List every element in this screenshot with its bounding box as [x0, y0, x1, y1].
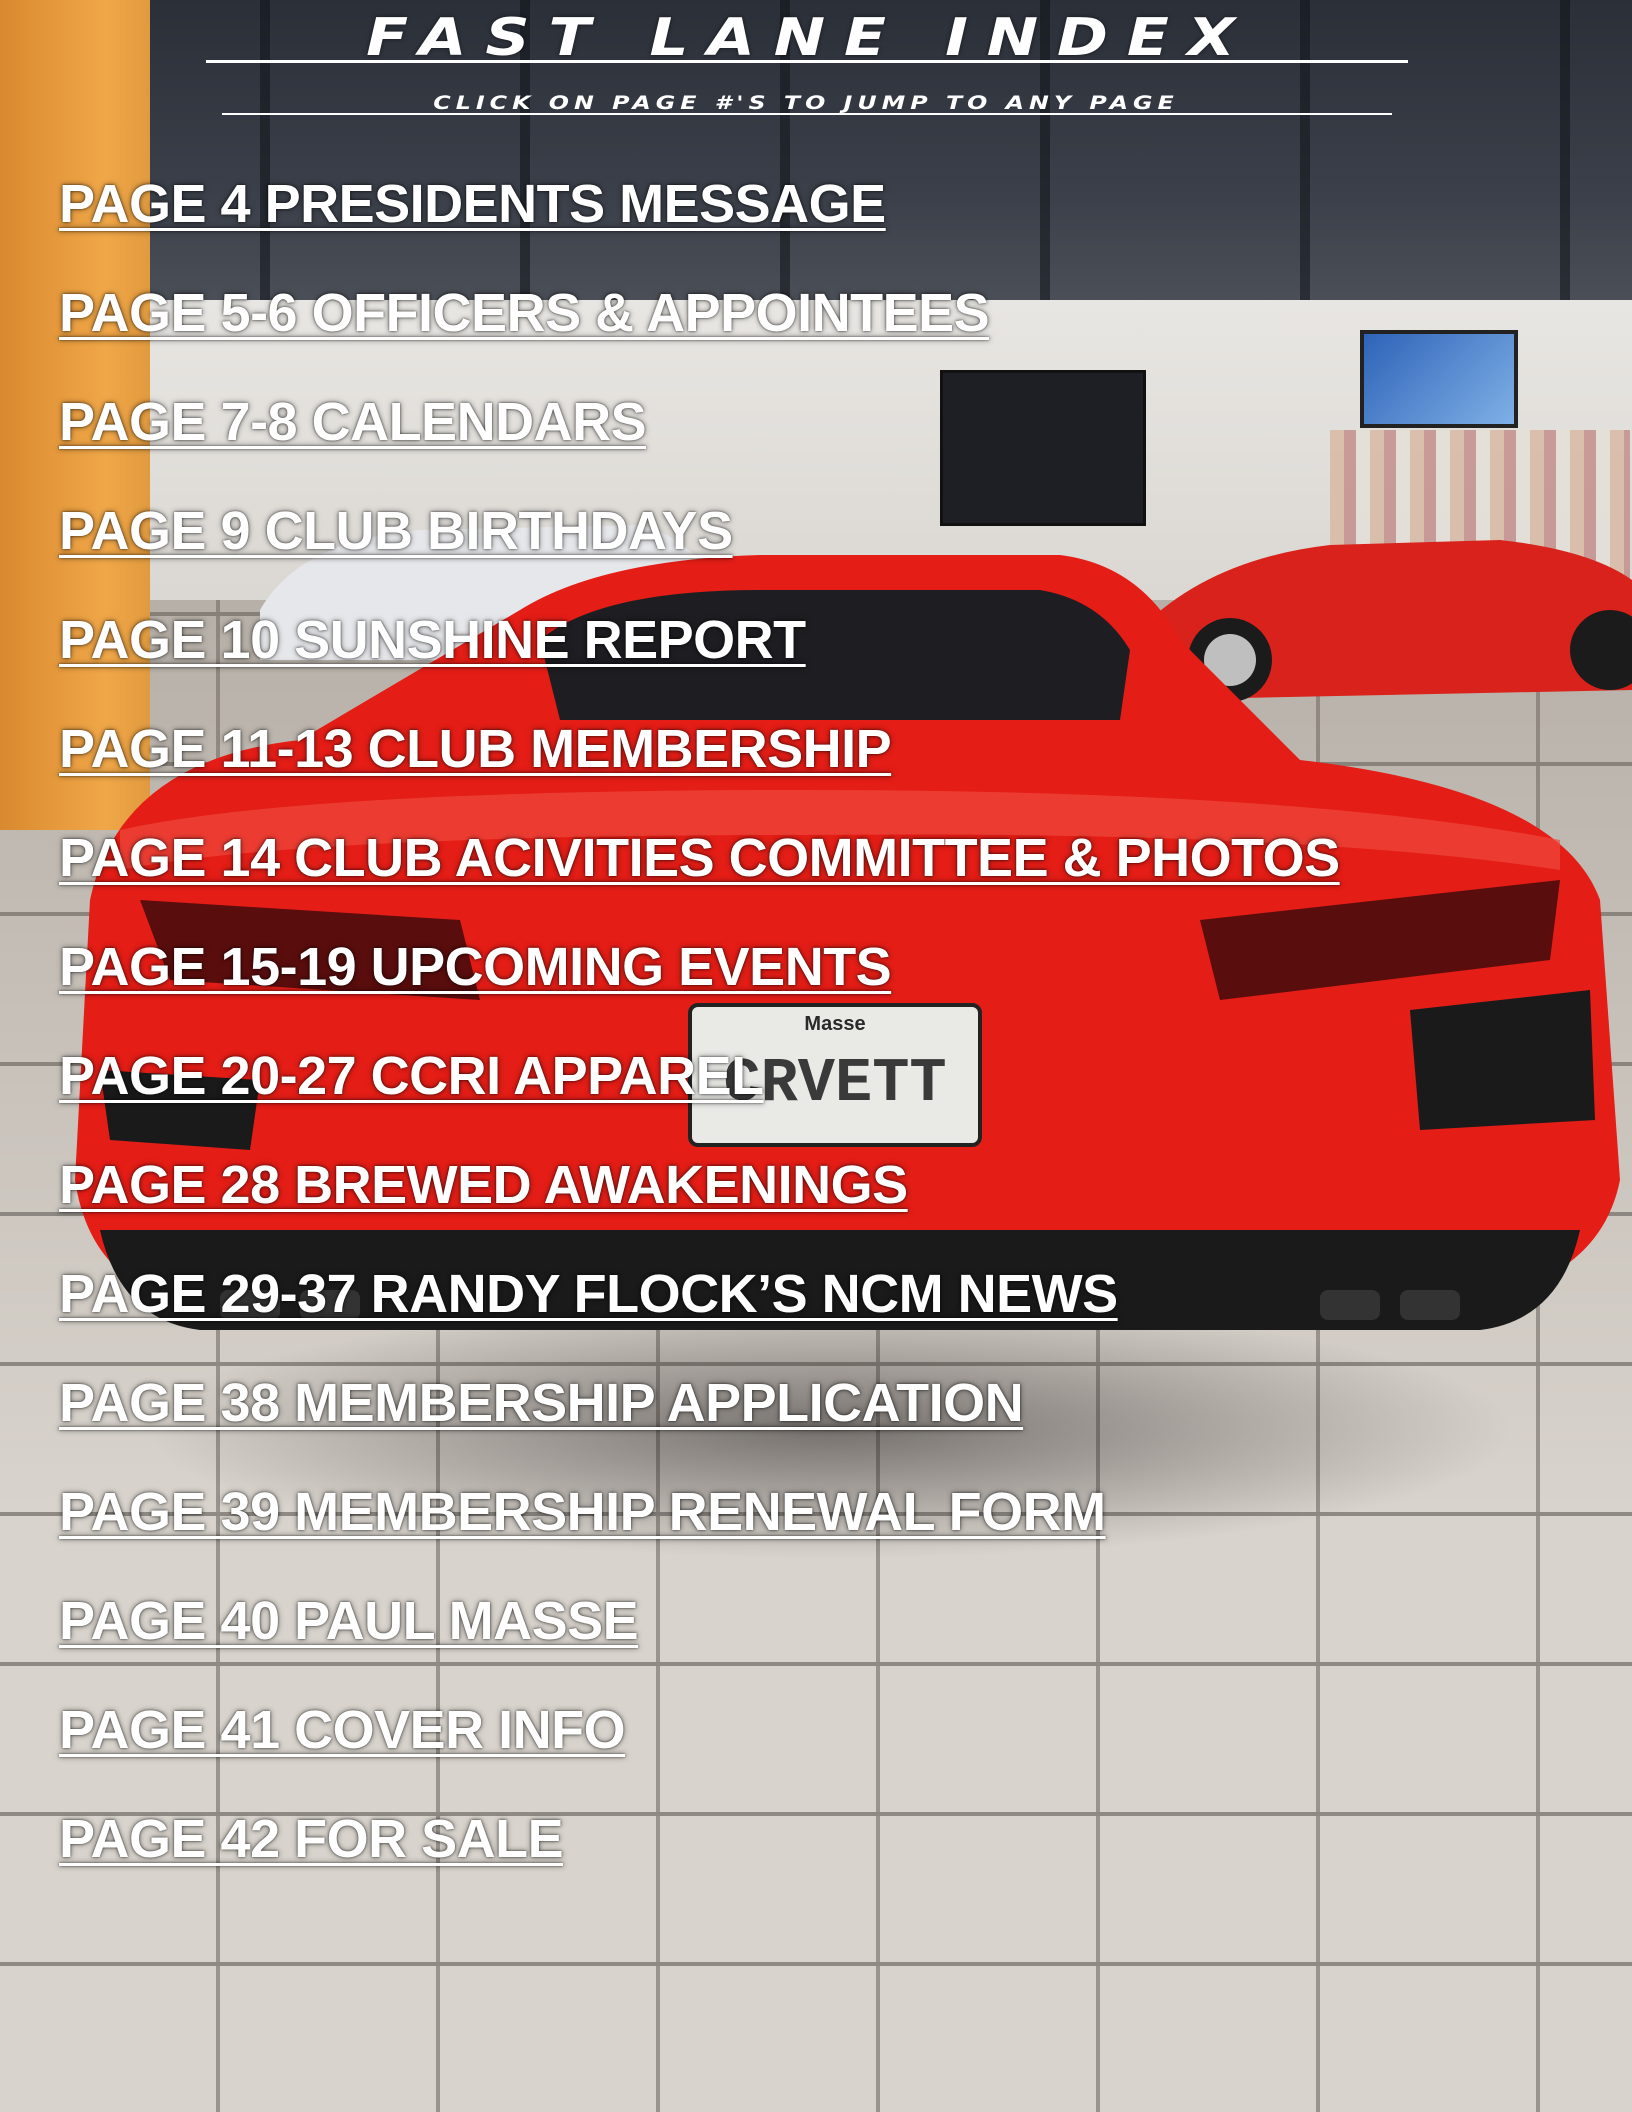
index-link-page-10[interactable]: PAGE 10 SUNSHINE REPORT: [59, 610, 806, 670]
list-item: PAGE 14 CLUB ACIVITIES COMMITTEE & PHOTO…: [59, 818, 1340, 927]
list-item: PAGE 41 COVER INFO: [59, 1690, 1340, 1799]
index-link-page-15-19[interactable]: PAGE 15-19 UPCOMING EVENTS: [59, 937, 892, 997]
list-item: PAGE 42 FOR SALE: [59, 1799, 1340, 1908]
list-item: PAGE 9 CLUB BIRTHDAYS: [59, 491, 1340, 600]
title-underline: [206, 60, 1408, 63]
index-list: PAGE 4 PRESIDENTS MESSAGE PAGE 5-6 OFFIC…: [59, 164, 1340, 1908]
rear-vent: [1410, 990, 1595, 1130]
subtitle-underline: [222, 113, 1392, 115]
index-link-page-38[interactable]: PAGE 38 MEMBERSHIP APPLICATION: [59, 1373, 1024, 1433]
index-link-page-14[interactable]: PAGE 14 CLUB ACIVITIES COMMITTEE & PHOTO…: [59, 828, 1340, 888]
index-link-page-40[interactable]: PAGE 40 PAUL MASSE: [59, 1591, 639, 1651]
list-item: PAGE 38 MEMBERSHIP APPLICATION: [59, 1363, 1340, 1472]
list-item: PAGE 39 MEMBERSHIP RENEWAL FORM: [59, 1472, 1340, 1581]
exhaust-tip: [1400, 1290, 1460, 1320]
index-link-page-5-6[interactable]: PAGE 5-6 OFFICERS & APPOINTEES: [59, 283, 990, 343]
index-link-page-39[interactable]: PAGE 39 MEMBERSHIP RENEWAL FORM: [59, 1482, 1106, 1542]
list-item: PAGE 10 SUNSHINE REPORT: [59, 600, 1340, 709]
index-link-page-4[interactable]: PAGE 4 PRESIDENTS MESSAGE: [59, 174, 886, 234]
list-item: PAGE 20-27 CCRI APPAREL: [59, 1036, 1340, 1145]
list-item: PAGE 11-13 CLUB MEMBERSHIP: [59, 709, 1340, 818]
list-item: PAGE 28 BREWED AWAKENINGS: [59, 1145, 1340, 1254]
index-link-page-28[interactable]: PAGE 28 BREWED AWAKENINGS: [59, 1155, 908, 1215]
list-item: PAGE 5-6 OFFICERS & APPOINTEES: [59, 273, 1340, 382]
list-item: PAGE 7-8 CALENDARS: [59, 382, 1340, 491]
index-link-page-29-37[interactable]: PAGE 29-37 RANDY FLOCK’S NCM NEWS: [59, 1264, 1118, 1324]
index-link-page-9[interactable]: PAGE 9 CLUB BIRTHDAYS: [59, 501, 733, 561]
index-link-page-7-8[interactable]: PAGE 7-8 CALENDARS: [59, 392, 647, 452]
list-item: PAGE 40 PAUL MASSE: [59, 1581, 1340, 1690]
index-link-page-41[interactable]: PAGE 41 COVER INFO: [59, 1700, 626, 1760]
list-item: PAGE 4 PRESIDENTS MESSAGE: [59, 164, 1340, 273]
index-link-page-20-27[interactable]: PAGE 20-27 CCRI APPAREL: [59, 1046, 764, 1106]
index-link-page-42[interactable]: PAGE 42 FOR SALE: [59, 1809, 564, 1869]
list-item: PAGE 29-37 RANDY FLOCK’S NCM NEWS: [59, 1254, 1340, 1363]
index-link-page-11-13[interactable]: PAGE 11-13 CLUB MEMBERSHIP: [59, 719, 892, 779]
list-item: PAGE 15-19 UPCOMING EVENTS: [59, 927, 1340, 1036]
